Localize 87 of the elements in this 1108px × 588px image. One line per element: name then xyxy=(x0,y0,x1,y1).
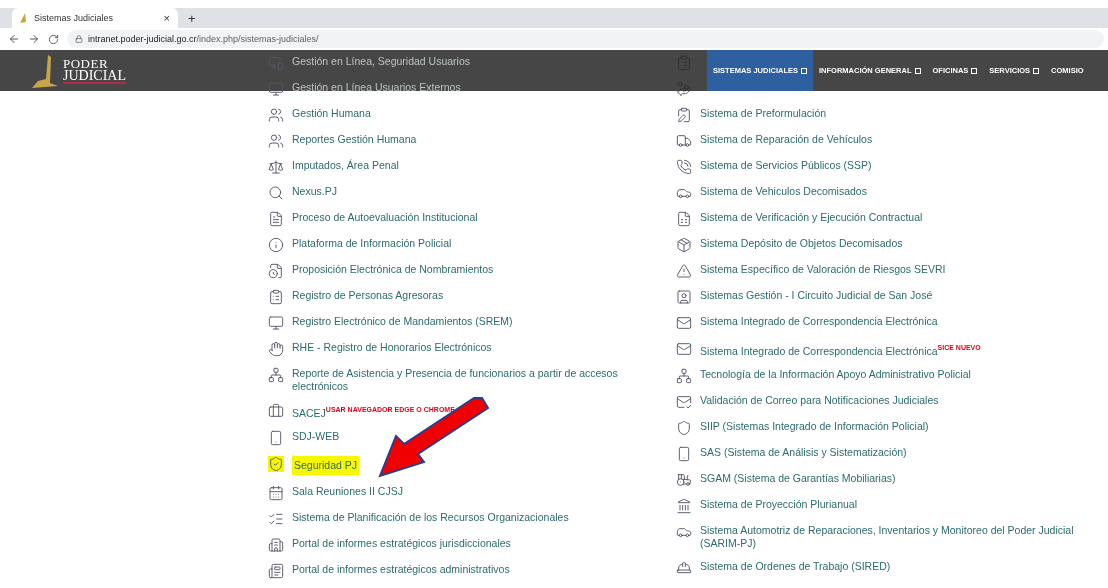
system-link[interactable]: Plataforma de Información Policial xyxy=(292,237,452,250)
system-link[interactable]: Proposición Electrónica de Nombramientos xyxy=(292,263,494,276)
system-link[interactable]: Reporte de Asistencia y Presencia de funcionarios a partir de accesos electrónicos xyxy=(292,367,676,393)
calendar-icon xyxy=(268,484,284,501)
shield-icon xyxy=(676,419,692,436)
phone-icon xyxy=(676,159,692,175)
hand-icon xyxy=(268,341,284,357)
dropdown-icon xyxy=(1033,67,1040,74)
truck-icon xyxy=(676,133,692,149)
system-link[interactable]: Registro Electrónico de Mandamientos (SREM) xyxy=(292,315,513,328)
new-tab-button[interactable]: + xyxy=(188,10,196,26)
system-link[interactable]: Registro de Personas Agresoras xyxy=(292,289,444,302)
system-link[interactable]: Sistemas Gestión - I Circuito Judicial de San José xyxy=(700,289,933,302)
system-link[interactable]: Sistema de Ordenes de Trabajo (SIRED) xyxy=(700,559,891,573)
system-link[interactable]: Proceso de Autoevaluación Institucional xyxy=(292,211,478,224)
device-icon xyxy=(268,429,284,446)
helmet-icon xyxy=(676,559,692,576)
system-link[interactable]: Sistema de Preformulación xyxy=(700,107,827,120)
envelope-icon xyxy=(676,341,692,357)
system-link[interactable]: Imputados, Área Penal xyxy=(292,159,399,172)
network-icon xyxy=(676,367,692,384)
lock-icon xyxy=(75,35,83,43)
spreadsheet-icon xyxy=(676,211,692,227)
briefcase-icon xyxy=(268,403,284,419)
browser-tab[interactable]: Sistemas Judiciales × xyxy=(12,8,178,28)
clipboard-pen-icon xyxy=(676,107,692,123)
system-link[interactable]: SDJ-WEB xyxy=(292,429,340,443)
document-icon xyxy=(268,211,284,227)
system-link[interactable]: Gestión en Línea Usuarios Externos xyxy=(292,81,461,94)
system-link[interactable]: Seguridad PJ xyxy=(292,455,360,475)
system-link[interactable]: Sistema de Vehiculos Decomisados xyxy=(700,185,867,198)
system-link[interactable]: Portal de informes estratégicos jurisdiccionales xyxy=(292,536,511,550)
mail-check-icon xyxy=(676,393,692,410)
dropdown-icon xyxy=(971,67,978,74)
envelope-icon xyxy=(676,315,692,331)
system-link[interactable]: SIIP (Sistemas Integrado de Información Policial) xyxy=(700,419,929,433)
system-link[interactable]: Sistema de Servicios Públicos (SSP) xyxy=(700,159,872,172)
monitor-icon xyxy=(268,315,284,331)
system-link[interactable]: RHE - Registro de Honorarios Electrónicos xyxy=(292,341,492,354)
system-link[interactable]: Validación de Correo para Notificaciones Judiciales xyxy=(700,393,939,407)
system-link[interactable]: Sistema de Verificación y Ejecución Contractual xyxy=(700,211,923,224)
system-link[interactable]: Sistema de Proyección Plurianual xyxy=(700,497,857,511)
tab-title: Sistemas Judiciales xyxy=(34,13,115,23)
report-icon xyxy=(268,562,284,579)
monitor-phone-icon xyxy=(268,55,284,71)
system-link[interactable]: Sala Reuniones II CJSJ xyxy=(292,484,403,498)
system-link[interactable]: Sistema de Planificación de los Recursos Organizacionales xyxy=(292,510,569,524)
system-link[interactable]: Sistema Depósito de Objetos Decomisados xyxy=(700,237,903,250)
network-icon xyxy=(268,367,284,383)
users-icon xyxy=(268,107,284,123)
reload-icon[interactable] xyxy=(48,33,59,45)
forward-icon[interactable] xyxy=(28,33,40,45)
package-icon xyxy=(676,237,692,253)
monitor-icon xyxy=(268,81,284,97)
system-link[interactable]: SGAM (Sistema de Garantías Mobiliarias) xyxy=(700,471,896,485)
tractor-icon xyxy=(676,471,692,488)
system-link[interactable]: Sistema Específico de Valoración de Riesgos SEVRI xyxy=(700,263,946,276)
system-link[interactable]: Gestión en Línea, Seguridad Usuarios xyxy=(292,55,471,68)
system-link[interactable]: Sistema Automotriz de Reparaciones, Inventarios y Monitoreo del Poder Judicial (SARIM-PJ) xyxy=(700,523,1108,550)
dropdown-icon xyxy=(801,67,807,74)
users-icon xyxy=(268,133,284,149)
building-icon xyxy=(676,497,692,514)
checklist-icon xyxy=(268,289,284,305)
close-tab-button[interactable]: × xyxy=(163,12,170,24)
system-link[interactable]: Sistema Integrado de Correspondencia Electrónica$^{SICE NUEVO}$ xyxy=(700,341,981,358)
user-card-icon xyxy=(676,289,692,305)
system-link[interactable]: Sistema de Reparación de Vehículos xyxy=(700,133,873,146)
system-link[interactable]: Sistema Integrado de Correspondencia Electrónica xyxy=(700,315,938,328)
document-clock-icon xyxy=(268,263,284,279)
system-link[interactable]: SAS (Sistema de Análisis y Sistematización) xyxy=(700,445,907,459)
building-icon xyxy=(268,536,284,553)
system-link[interactable]: Gestión Humana xyxy=(292,107,371,120)
dropdown-icon xyxy=(914,67,921,74)
address-field[interactable]: intranet.poder-judicial.go.cr/index.php/sistemas-judiciales/ xyxy=(67,30,1104,48)
device-icon xyxy=(676,445,692,462)
search-icon xyxy=(268,185,284,201)
system-link[interactable]: Tecnología de la Información Apoyo Administrativo Policial xyxy=(700,367,971,381)
system-link[interactable]: Nexus.PJ xyxy=(292,185,337,198)
system-link[interactable]: Reportes Gestión Humana xyxy=(292,133,417,146)
logo-text: JUDICIAL xyxy=(63,69,126,84)
info-icon xyxy=(268,237,284,253)
scale-icon xyxy=(268,159,284,175)
back-icon[interactable] xyxy=(8,33,20,45)
logo-text: PODER xyxy=(63,57,109,70)
system-link[interactable]: Portal de informes estratégicos administrativos xyxy=(292,562,510,576)
warning-icon xyxy=(676,263,692,279)
shield-check-icon xyxy=(268,455,284,472)
